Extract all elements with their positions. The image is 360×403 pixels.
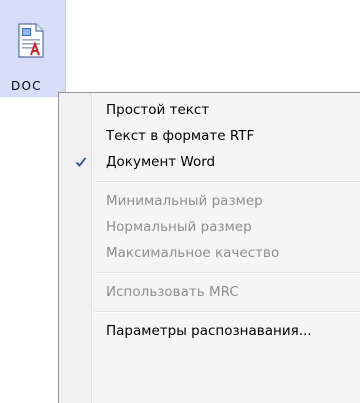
context-menu: Простой текст Текст в формате RTF Докуме… bbox=[58, 92, 360, 403]
menu-item-label: Нормальный размер bbox=[106, 219, 252, 235]
menu-item-label: Простой текст bbox=[106, 102, 210, 118]
menu-item-maximum-quality: Максимальное качество bbox=[59, 240, 360, 266]
menu-item-word-document[interactable]: Документ Word bbox=[59, 149, 360, 175]
doc-format-tile[interactable]: DOC bbox=[0, 0, 66, 97]
doc-format-label: DOC bbox=[11, 79, 42, 93]
menu-item-minimum-size: Минимальный размер bbox=[59, 188, 360, 214]
menu-item-plain-text[interactable]: Простой текст bbox=[59, 97, 360, 123]
screen: DOC Простой текст Текст в формате RTF До… bbox=[0, 0, 360, 403]
menu-item-label: Максимальное качество bbox=[106, 245, 280, 261]
menu-item-label: Использовать MRC bbox=[106, 284, 239, 300]
menu-item-use-mrc: Использовать MRC bbox=[59, 279, 360, 305]
menu-item-label: Документ Word bbox=[106, 154, 216, 170]
menu-separator bbox=[95, 181, 360, 183]
menu-item-label: Текст в формате RTF bbox=[106, 128, 255, 144]
menu-item-rtf[interactable]: Текст в формате RTF bbox=[59, 123, 360, 149]
checkmark-icon bbox=[73, 149, 89, 175]
menu-item-label: Минимальный размер bbox=[106, 193, 263, 209]
menu-item-recognition-settings[interactable]: Параметры распознавания... bbox=[59, 318, 360, 344]
menu-item-label: Параметры распознавания... bbox=[106, 323, 312, 339]
menu-separator bbox=[95, 311, 360, 313]
menu-item-normal-size: Нормальный размер bbox=[59, 214, 360, 240]
word-document-icon bbox=[18, 23, 44, 58]
menu-separator bbox=[95, 272, 360, 274]
